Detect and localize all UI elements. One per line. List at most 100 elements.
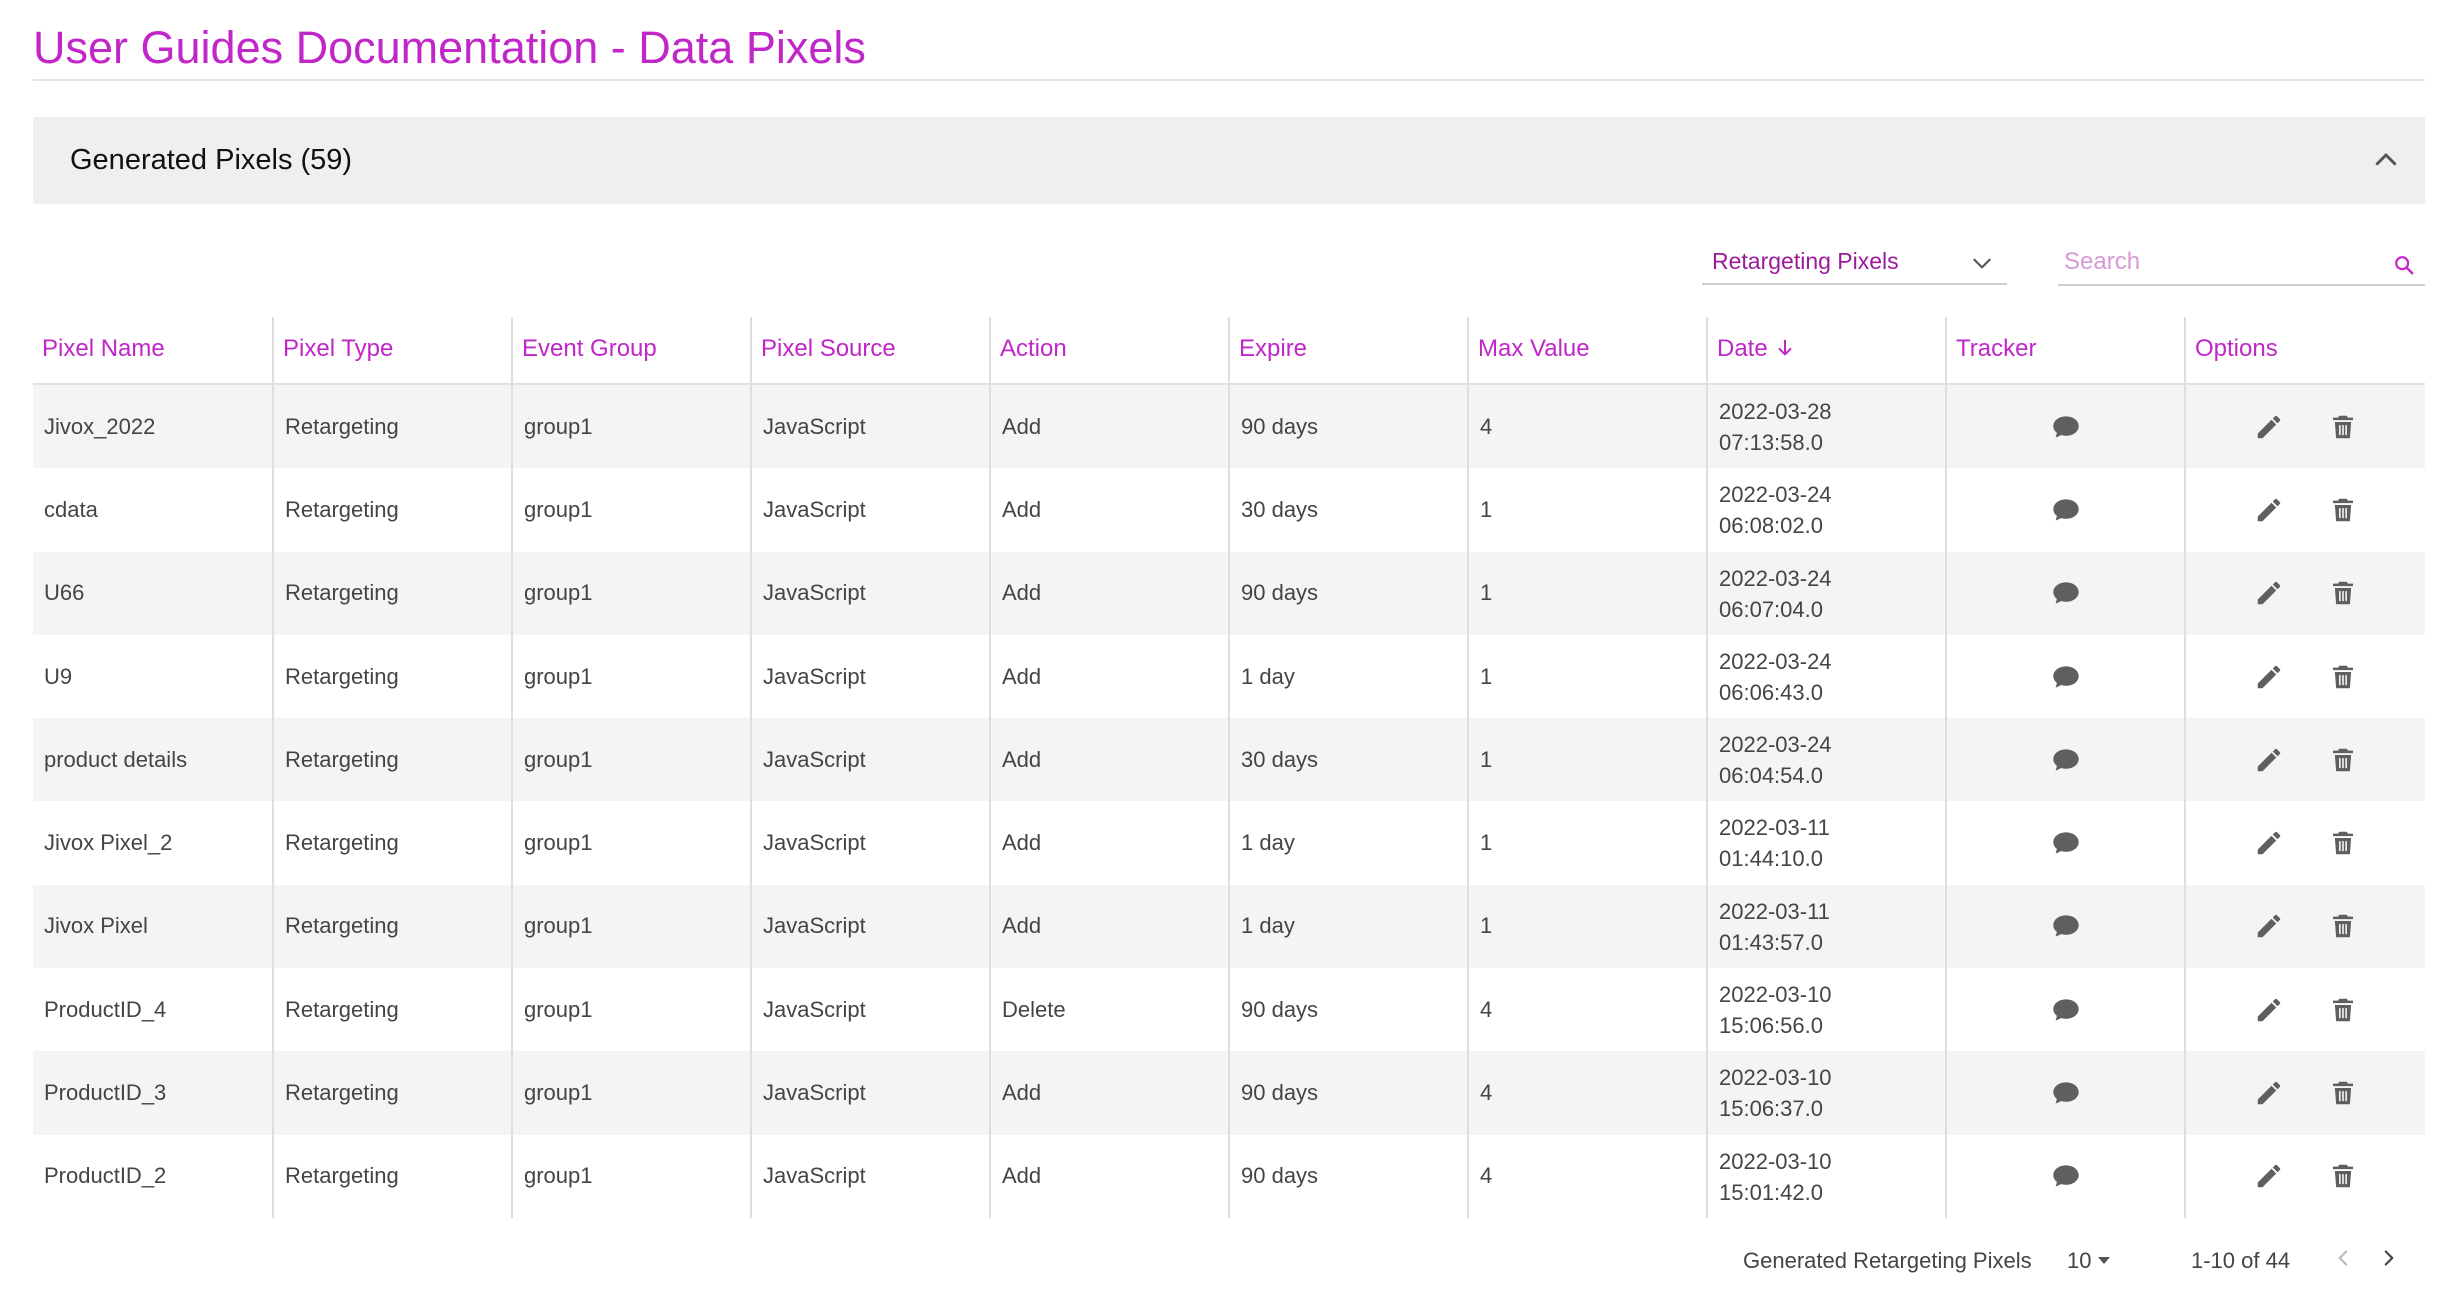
cell-action-text: Add bbox=[1002, 663, 1042, 689]
trash-icon[interactable] bbox=[2328, 578, 2358, 608]
cell-date: 2022-03-11 01:43:57.0 bbox=[1706, 884, 1945, 969]
column-header-label: Tracker bbox=[1956, 335, 2037, 362]
pencil-icon[interactable] bbox=[2254, 911, 2284, 941]
cell-action-text: Add bbox=[1002, 496, 1042, 522]
trash-icon[interactable] bbox=[2328, 495, 2358, 525]
column-header-expire[interactable]: Expire bbox=[1228, 317, 1467, 383]
cell-tracker bbox=[1945, 634, 2184, 719]
pencil-icon[interactable] bbox=[2254, 1078, 2284, 1108]
cell-date-day: 2022-03-28 bbox=[1719, 399, 1832, 424]
cell-date: 2022-03-10 15:01:42.0 bbox=[1706, 1134, 1945, 1218]
cell-event-group-text: group1 bbox=[524, 830, 593, 856]
comment-icon[interactable] bbox=[2050, 744, 2082, 776]
pixel-type-select[interactable]: Retargeting Pixels bbox=[1702, 240, 2007, 285]
search-icon[interactable] bbox=[2393, 254, 2415, 276]
cell-pixel-source: JavaScript bbox=[750, 884, 989, 969]
cell-expire-text: 30 days bbox=[1241, 746, 1319, 772]
column-header-pixel-name[interactable]: Pixel Name bbox=[33, 317, 272, 383]
cell-action: Add bbox=[989, 884, 1228, 969]
trash-icon[interactable] bbox=[2328, 745, 2358, 775]
column-header-action[interactable]: Action bbox=[989, 317, 1228, 383]
cell-event-group-text: group1 bbox=[524, 913, 593, 939]
column-header-label: Pixel Source bbox=[761, 335, 896, 362]
comment-icon[interactable] bbox=[2050, 577, 2082, 609]
cell-pixel-source: JavaScript bbox=[750, 1134, 989, 1218]
column-header-tracker[interactable]: Tracker bbox=[1945, 317, 2184, 383]
table-row[interactable]: Jivox Pixel Retargeting group1 JavaScript Ad… bbox=[33, 884, 2425, 969]
trash-icon[interactable] bbox=[2328, 1161, 2358, 1191]
cell-options bbox=[2184, 884, 2425, 969]
column-header-max-value[interactable]: Max Value bbox=[1467, 317, 1706, 383]
cell-date-time: 06:08:02.0 bbox=[1719, 513, 1823, 539]
cell-event-group: group1 bbox=[511, 385, 750, 469]
cell-expire-text: 90 days bbox=[1241, 1163, 1319, 1189]
chevron-right-icon[interactable] bbox=[2376, 1245, 2402, 1271]
cell-pixel-source-text: JavaScript bbox=[763, 996, 866, 1022]
trash-icon[interactable] bbox=[2328, 412, 2358, 442]
cell-pixel-type-text: Retargeting bbox=[285, 996, 399, 1022]
comment-icon[interactable] bbox=[2050, 910, 2082, 942]
table-row[interactable]: Jivox_2022 Retargeting group1 JavaScript Add… bbox=[33, 385, 2425, 469]
table-row[interactable]: product details Retargeting group1 JavaScri… bbox=[33, 718, 2425, 802]
comment-icon[interactable] bbox=[2050, 411, 2082, 443]
pencil-icon[interactable] bbox=[2254, 578, 2284, 608]
search-input[interactable] bbox=[2062, 246, 2366, 278]
comment-icon[interactable] bbox=[2050, 1160, 2082, 1192]
table-row[interactable]: U66 Retargeting group1 JavaScript Add 90 days… bbox=[33, 551, 2425, 635]
cell-event-group: group1 bbox=[511, 968, 750, 1052]
comment-icon[interactable] bbox=[2050, 1077, 2082, 1109]
comment-icon[interactable] bbox=[2050, 827, 2082, 859]
cell-pixel-type-text: Retargeting bbox=[285, 1163, 399, 1189]
comment-icon[interactable] bbox=[2050, 661, 2082, 693]
cell-pixel-type: Retargeting bbox=[272, 385, 511, 469]
pencil-icon[interactable] bbox=[2254, 995, 2284, 1025]
comment-icon[interactable] bbox=[2050, 994, 2082, 1026]
generated-pixels-panel-header[interactable]: Generated Pixels (59) bbox=[33, 117, 2425, 204]
cell-pixel-type-text: Retargeting bbox=[285, 413, 399, 439]
chevron-up-icon[interactable] bbox=[2371, 145, 2401, 175]
table-row[interactable]: cdata Retargeting group1 JavaScript Add 30 da… bbox=[33, 468, 2425, 552]
cell-pixel-type-text: Retargeting bbox=[285, 913, 399, 939]
cell-pixel-name-text: cdata bbox=[44, 496, 98, 522]
chevron-left-icon[interactable] bbox=[2330, 1245, 2356, 1271]
cell-pixel-type: Retargeting bbox=[272, 801, 511, 885]
column-header-event-group[interactable]: Event Group bbox=[511, 317, 750, 383]
table-row[interactable]: ProductID_4 Retargeting group1 JavaScript De… bbox=[33, 968, 2425, 1052]
pencil-icon[interactable] bbox=[2254, 745, 2284, 775]
pencil-icon[interactable] bbox=[2254, 662, 2284, 692]
cell-max-value-text: 4 bbox=[1480, 413, 1493, 439]
pencil-icon[interactable] bbox=[2254, 412, 2284, 442]
cell-pixel-source-text: JavaScript bbox=[763, 496, 866, 522]
pencil-icon[interactable] bbox=[2254, 1161, 2284, 1191]
cell-options bbox=[2184, 1134, 2425, 1218]
table-row[interactable]: ProductID_2 Retargeting group1 JavaScript Ad… bbox=[33, 1134, 2425, 1218]
table-row[interactable]: Jivox Pixel_2 Retargeting group1 JavaScript… bbox=[33, 801, 2425, 885]
trash-icon[interactable] bbox=[2328, 911, 2358, 941]
column-header-pixel-type[interactable]: Pixel Type bbox=[272, 317, 511, 383]
arrow-down-icon bbox=[1778, 339, 1792, 356]
table-row[interactable]: ProductID_3 Retargeting group1 JavaScript Ad… bbox=[33, 1051, 2425, 1135]
column-header-pixel-source[interactable]: Pixel Source bbox=[750, 317, 989, 383]
comment-icon[interactable] bbox=[2050, 494, 2082, 526]
cell-date-day: 2022-03-24 bbox=[1719, 565, 1832, 591]
cell-pixel-source: JavaScript bbox=[750, 1051, 989, 1135]
pencil-icon[interactable] bbox=[2254, 828, 2284, 858]
cell-action-text: Add bbox=[1002, 413, 1042, 439]
cell-pixel-source-text: JavaScript bbox=[763, 1080, 866, 1106]
column-header-options[interactable]: Options bbox=[2184, 317, 2425, 383]
trash-icon[interactable] bbox=[2328, 662, 2358, 692]
page-size-select[interactable]: 10 bbox=[2067, 1248, 2111, 1274]
trash-icon[interactable] bbox=[2328, 828, 2358, 858]
cell-action-text: Add bbox=[1002, 830, 1042, 856]
cell-pixel-source-text: JavaScript bbox=[763, 580, 866, 606]
search-field[interactable] bbox=[2058, 240, 2425, 286]
cell-expire: 30 days bbox=[1228, 718, 1467, 802]
table-row[interactable]: U9 Retargeting group1 JavaScript Add 1 day 1 20… bbox=[33, 634, 2425, 719]
pencil-icon[interactable] bbox=[2254, 495, 2284, 525]
trash-icon[interactable] bbox=[2328, 995, 2358, 1025]
cell-max-value-text: 4 bbox=[1480, 996, 1493, 1022]
cell-max-value-text: 1 bbox=[1480, 830, 1493, 856]
column-header-date[interactable]: Date bbox=[1706, 317, 1945, 383]
trash-icon[interactable] bbox=[2328, 1078, 2358, 1108]
cell-max-value: 1 bbox=[1467, 551, 1706, 635]
